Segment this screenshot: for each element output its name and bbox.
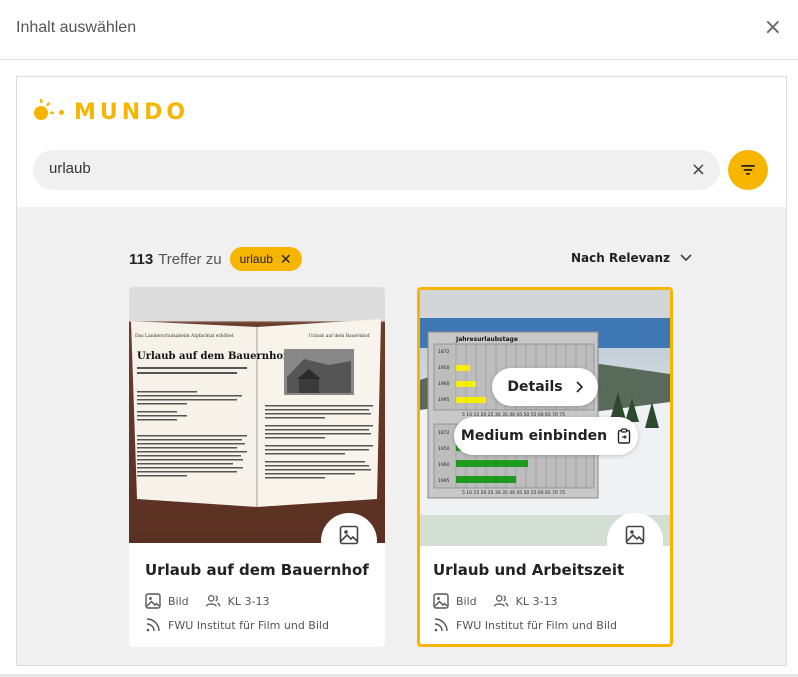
- media-card-selected[interactable]: Jahresurlaubstage 1872 1950 1960 1995 5 …: [417, 287, 673, 647]
- image-icon: [339, 525, 359, 545]
- results-area: 113 Treffer zu urlaub ✕ Nach Relevanz Da…: [17, 207, 786, 665]
- card-thumbnail: Das Landerschulsaheim Alpfachtal erhöhet…: [129, 287, 385, 543]
- users-icon: [205, 595, 220, 607]
- book-left-header: Das Landerschulsaheim Alpfachtal erhöhet: [135, 333, 234, 339]
- chip-remove-icon[interactable]: ✕: [280, 251, 292, 268]
- mundo-logo[interactable]: MUNDO: [33, 99, 189, 125]
- details-button[interactable]: Details: [492, 368, 598, 406]
- filter-icon: [741, 165, 755, 175]
- mundo-header: MUNDO ×: [17, 77, 786, 207]
- close-icon[interactable]: ×: [764, 17, 782, 39]
- dialog-header: Inhalt auswählen ×: [0, 0, 798, 60]
- image-icon: [625, 525, 645, 545]
- media-card[interactable]: Das Landerschulsaheim Alpfachtal erhöhet…: [129, 287, 385, 647]
- image-icon: [145, 593, 161, 609]
- filter-button[interactable]: [728, 150, 768, 190]
- brand-name: MUNDO: [74, 99, 190, 125]
- book-right-header: Urlaub auf dem Bauernhof: [308, 333, 369, 339]
- result-count: 113 Treffer zu urlaub ✕: [129, 247, 302, 271]
- year-label: 1872: [438, 349, 450, 355]
- sort-dropdown[interactable]: Nach Relevanz: [571, 251, 692, 265]
- embed-label: Medium einbinden: [460, 428, 608, 444]
- axis-ticks: 5 10 15 20 25 30 35 40 45 50 55 60 65 70…: [462, 490, 565, 496]
- card-source: FWU Institut für Film und Bild: [433, 617, 658, 633]
- chart-image-title: Jahresurlaubstage: [455, 336, 518, 343]
- year-label: 1950: [438, 446, 450, 452]
- grade-level: KL 3-13: [227, 594, 270, 608]
- card-title: Urlaub und Arbeitszeit: [433, 561, 625, 579]
- source-name: FWU Institut für Film und Bild: [456, 618, 617, 632]
- year-label: 1995: [438, 478, 450, 484]
- card-meta: Bild KL 3-13: [145, 593, 373, 609]
- clipboard-icon: [617, 428, 631, 444]
- result-count-number: 113: [129, 250, 154, 268]
- sort-label: Nach Relevanz: [571, 251, 671, 265]
- image-icon: [433, 593, 449, 609]
- sun-logo-icon: [33, 99, 57, 125]
- year-label: 1960: [438, 462, 450, 468]
- source-name: FWU Institut für Film und Bild: [168, 618, 329, 632]
- chevron-down-icon: [680, 254, 692, 262]
- search-input[interactable]: [49, 160, 649, 177]
- card-title: Urlaub auf dem Bauernhof: [145, 561, 369, 579]
- year-label: 1960: [438, 381, 450, 387]
- media-type: Bild: [456, 594, 477, 608]
- search-term-chip[interactable]: urlaub ✕: [229, 247, 302, 271]
- embed-media-button[interactable]: Medium einbinden: [454, 417, 638, 455]
- rss-icon: [434, 618, 448, 632]
- year-label: 1872: [438, 430, 450, 436]
- result-count-label: Treffer zu: [158, 250, 222, 268]
- card-meta: Bild KL 3-13: [433, 593, 658, 609]
- clear-search-icon[interactable]: ×: [691, 159, 706, 180]
- users-icon: [493, 595, 508, 607]
- dialog-title: Inhalt auswählen: [16, 19, 137, 36]
- rss-icon: [146, 618, 160, 632]
- details-label: Details: [507, 379, 563, 395]
- book-heading: Urlaub auf dem Bauernhof?: [137, 351, 293, 362]
- year-label: 1950: [438, 365, 450, 371]
- chip-label: urlaub: [239, 252, 273, 266]
- chevron-right-icon: [576, 381, 583, 393]
- grade-level: KL 3-13: [515, 594, 558, 608]
- content-picker-dialog: Inhalt auswählen × MUNDO ×: [0, 0, 798, 677]
- media-type: Bild: [168, 594, 189, 608]
- card-source: FWU Institut für Film und Bild: [145, 617, 373, 633]
- search-bar: ×: [33, 150, 720, 190]
- mundo-frame: MUNDO × 113 Treffer zu urlaub ✕: [16, 76, 787, 666]
- logo-dot: [59, 109, 64, 115]
- card-body: Urlaub auf dem Bauernhof Bild KL 3-13 FW…: [145, 561, 373, 633]
- card-body: Urlaub und Arbeitszeit Bild KL 3-13 FWU …: [433, 561, 658, 633]
- year-label: 1995: [438, 397, 450, 403]
